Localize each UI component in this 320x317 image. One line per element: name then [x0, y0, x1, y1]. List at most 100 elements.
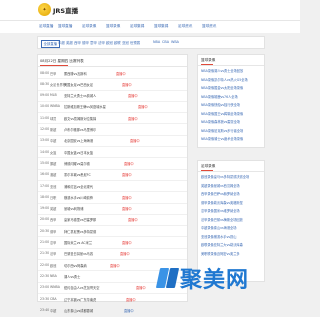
- match-league: 西甲: [50, 218, 57, 223]
- match-teams[interactable]: 拉斯维加斯王牌vs凤凰城水星: [64, 104, 106, 109]
- replay-link[interactable]: 意甲录像国米vs维罗纳全场: [201, 207, 261, 216]
- nav-item[interactable]: 篮球资讯: [202, 24, 216, 29]
- replay-link[interactable]: 法甲录像巴黎vs梅斯全场回放: [201, 216, 261, 225]
- replay-link[interactable]: 西甲录像巴萨vs赫罗纳全场: [201, 190, 261, 199]
- replay-link[interactable]: NBA录像掘金vs太阳全场录像: [201, 84, 261, 93]
- match-time: 23:00: [40, 285, 50, 290]
- match-teams[interactable]: 切尔西vs阿森纳: [64, 263, 87, 268]
- replay-link[interactable]: 中超录像泰山vs海港全场: [201, 224, 261, 233]
- match-teams[interactable]: 卢布尔雅那vs马里博尔: [64, 127, 96, 132]
- league-filter-item[interactable]: 欧冠: [106, 40, 113, 45]
- league-filter-item[interactable]: 亚冠: [122, 40, 129, 45]
- match-league: 意甲: [50, 241, 57, 245]
- site-logo[interactable]: ✦ JRS直播: [38, 3, 78, 16]
- match-teams[interactable]: 山东泰山vs成都蓉城: [64, 308, 93, 313]
- replay-link[interactable]: NBA录像雄鹿vs76人全场: [201, 93, 261, 102]
- nav-item[interactable]: 篮球直播: [58, 24, 72, 29]
- match-league: MLB: [50, 93, 57, 98]
- live-badge[interactable]: 直播中: [122, 195, 132, 200]
- league-filter-item[interactable]: 中超: [58, 40, 65, 45]
- replay-link[interactable]: 美职联录像迈阿密vs奥兰多: [201, 250, 261, 259]
- league-filter-item[interactable]: 西甲: [74, 40, 81, 45]
- match-league: 欧冠: [50, 263, 57, 268]
- match-time: 12:00: [40, 127, 50, 131]
- match-time: 10:00: [40, 104, 50, 109]
- nav-item[interactable]: 足球直播: [39, 24, 53, 29]
- match-teams[interactable]: 亚特兰大勇士vs费城人: [64, 93, 96, 98]
- replay-link[interactable]: NBA录像快船vs独行侠全场: [201, 101, 261, 110]
- live-badge[interactable]: 直播中: [128, 93, 138, 98]
- nav-item[interactable]: 足球资讯: [178, 24, 192, 29]
- replay-link[interactable]: NBA录像尼克斯vs步行者全场: [201, 127, 261, 136]
- league-filter-item[interactable]: CBA: [162, 40, 169, 44]
- match-teams[interactable]: 北京国安vs上海海港: [64, 138, 93, 143]
- live-badge[interactable]: 直播中: [120, 251, 130, 256]
- live-badge[interactable]: 直播中: [122, 172, 132, 177]
- league-filter-item[interactable]: WBA: [171, 40, 179, 44]
- match-teams[interactable]: 拜仁慕尼黑vs多特蒙德: [64, 229, 96, 234]
- replay-link[interactable]: NBA录像国王vs鹈鹕全场录像: [201, 110, 261, 119]
- match-teams[interactable]: 中国女篮vs日本女篮: [64, 150, 93, 155]
- match-league: 挪超: [50, 161, 57, 166]
- league-filter-item[interactable]: NBA: [153, 40, 160, 44]
- match-teams[interactable]: 辽宁本钢vs广东华南虎: [64, 297, 96, 302]
- live-badge[interactable]: 直播中: [124, 308, 134, 313]
- side-panel-header: 篮球录像: [198, 55, 264, 66]
- league-filter-item[interactable]: 欧联: [114, 40, 121, 45]
- live-badge[interactable]: 直播中: [124, 161, 134, 166]
- league-filter-item[interactable]: 英超: [66, 40, 73, 45]
- match-teams[interactable]: 美国女足vs巴西女足: [64, 82, 93, 87]
- replay-link[interactable]: 欧联录像亚特兰大vs勒沃库森: [201, 241, 261, 250]
- replay-link[interactable]: 亚冠录像横滨水手vs蔚山: [201, 233, 261, 242]
- live-badge[interactable]: 直播中: [128, 116, 138, 121]
- live-badge[interactable]: 直播中: [122, 82, 132, 87]
- match-teams[interactable]: 湖人vs勇士: [64, 274, 80, 279]
- nav-item[interactable]: 篮球录像: [106, 24, 120, 29]
- match-teams[interactable]: 巴黎圣日耳曼vs马赛: [64, 251, 93, 256]
- live-badge[interactable]: 直播中: [138, 104, 148, 109]
- live-badge[interactable]: 直播中: [136, 285, 146, 290]
- match-teams[interactable]: 国际米兰vs AC米兰: [64, 240, 92, 245]
- replay-link[interactable]: NBA录像骑士vs魔术全场录像: [201, 135, 261, 144]
- match-teams[interactable]: 欧文vs詹姆斯对位集锦: [64, 116, 96, 121]
- live-badge[interactable]: 直播中: [126, 297, 136, 302]
- nav-item[interactable]: 足球录像: [82, 24, 96, 29]
- match-teams[interactable]: 浦和红钻vs全北现代: [64, 184, 93, 189]
- match-league: 德甲: [50, 229, 57, 234]
- match-time: 22:30: [40, 273, 50, 278]
- live-badge[interactable]: 直播中: [122, 206, 132, 211]
- live-badge[interactable]: 直播中: [122, 240, 132, 245]
- live-badge[interactable]: 直播中: [128, 217, 138, 222]
- site-header: ✦ JRS直播: [0, 0, 300, 20]
- match-league: 斯超: [50, 128, 57, 132]
- live-badge[interactable]: 直播中: [116, 71, 126, 76]
- match-teams[interactable]: 曼城vs利物浦: [64, 206, 83, 211]
- replay-link[interactable]: 欧冠录像皇马vs多特蒙德决赛全场: [201, 173, 261, 182]
- replay-link[interactable]: NBA录像凯尔特人vs热火G5全场: [201, 76, 261, 85]
- match-teams[interactable]: 皇家马德里vs巴塞罗那: [64, 217, 96, 222]
- match-row[interactable]: 23:40 中超 山东泰山vs成都蓉城 直播中: [38, 304, 187, 317]
- replay-link[interactable]: NBA录像森林狼vs雷霆全场: [201, 118, 261, 127]
- match-league: 日职: [50, 195, 57, 200]
- league-filter-item[interactable]: 意甲: [90, 40, 97, 45]
- side-panel-title: 足球录像: [201, 164, 216, 171]
- league-filter-item[interactable]: 法甲: [98, 40, 105, 45]
- replay-link[interactable]: 德甲录像勒沃库森vs奥格斯堡: [201, 199, 261, 208]
- match-teams[interactable]: 横滨水手vs川崎前锋: [64, 195, 93, 200]
- live-badge[interactable]: 直播中: [130, 138, 140, 143]
- nav-item[interactable]: 篮球集锦: [154, 24, 168, 29]
- match-teams[interactable]: 博德闪耀vs莫尔德: [64, 161, 90, 166]
- match-time: 08:30: [40, 81, 50, 86]
- live-badge[interactable]: 直播中: [110, 263, 120, 268]
- match-league: WNBA: [50, 285, 60, 290]
- match-teams[interactable]: 累西腓vs瓦斯科: [64, 71, 87, 76]
- league-filter-item[interactable]: 世预赛: [130, 40, 140, 45]
- replay-link[interactable]: 英超录像曼城vs西汉姆全场: [201, 182, 261, 191]
- league-filter-item[interactable]: 德甲: [82, 40, 89, 45]
- replay-link[interactable]: NBA录像湖人vs勇士全场回放: [201, 67, 261, 76]
- match-teams[interactable]: 纽约自由人vs芝加哥天空: [64, 285, 99, 290]
- league-filter-item[interactable]: 全部直播: [41, 39, 60, 48]
- match-teams[interactable]: 墨尔本城vs悉尼FC: [64, 172, 91, 177]
- watermark-text: 聚美网: [180, 268, 250, 293]
- nav-item[interactable]: 足球集锦: [130, 24, 144, 29]
